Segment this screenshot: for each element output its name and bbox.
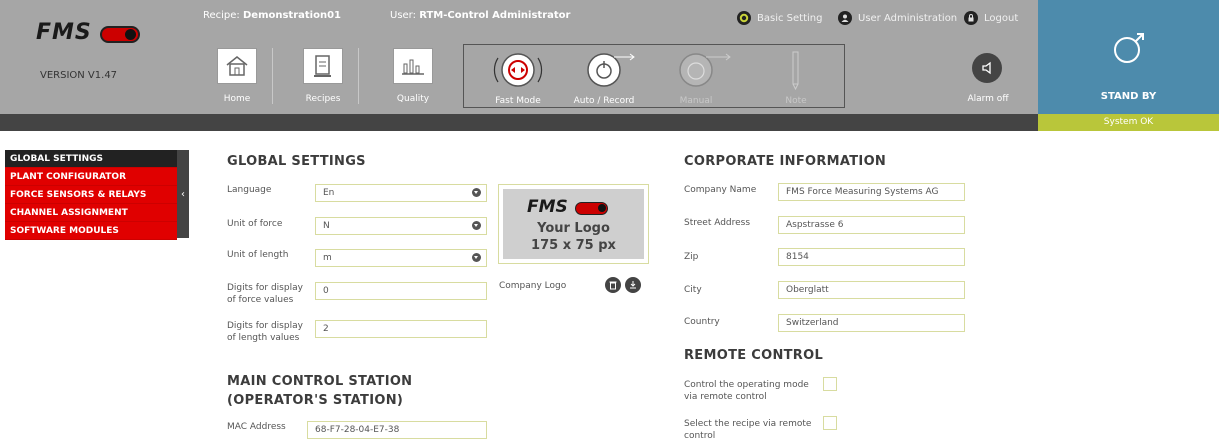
system-status-badge: System OK (1038, 114, 1219, 131)
remote-mode-checkbox[interactable] (823, 377, 837, 391)
sidebar-item-global-settings[interactable]: GLOBAL SETTINGS (5, 150, 177, 168)
sidebar-collapse-toggle[interactable]: ‹ (177, 150, 189, 238)
mac-address-field[interactable]: 68-F7-28-04-E7-38 (307, 421, 487, 439)
remote-mode-label: Control the operating mode via remote con… (684, 380, 809, 402)
dropdown-icon (472, 253, 481, 262)
quality-button[interactable]: Quality (380, 48, 446, 104)
lock-icon (964, 11, 978, 25)
hand-icon (679, 53, 731, 87)
recipe-document-icon (303, 48, 343, 84)
fast-mode-icon (493, 53, 543, 87)
alarm-off-label: Alarm off (967, 94, 1009, 104)
standby-label: STAND BY (1100, 91, 1157, 102)
unit-of-length-label: Unit of length (227, 250, 289, 260)
user-info: User: RTM-Control Administrator (390, 10, 571, 21)
street-address-label: Street Address (684, 218, 751, 228)
unit-of-length-select[interactable]: m (315, 249, 487, 267)
sidebar-item-software-modules[interactable]: SOFTWARE MODULES (5, 222, 177, 240)
fms-logo: FMS (36, 18, 148, 48)
note-button[interactable]: Note (756, 50, 836, 106)
digits-length-input[interactable]: 2 (315, 320, 487, 338)
recipe-info: Recipe: Demonstration01 (203, 10, 342, 21)
user-name: RTM-Control Administrator (419, 10, 571, 21)
manual-button[interactable]: Manual (656, 50, 736, 106)
main-control-station-title: MAIN CONTROL STATION (OPERATOR'S STATION… (227, 374, 413, 408)
digits-force-input[interactable]: 0 (315, 282, 487, 300)
sidebar: GLOBAL SETTINGS PLANT CONFIGURATOR FORCE… (5, 150, 189, 240)
company-logo-preview[interactable]: FMS Your Logo 175 x 75 px (498, 184, 649, 264)
recipes-button[interactable]: Recipes (290, 48, 356, 104)
home-icon (217, 48, 257, 84)
company-name-field[interactable]: FMS Force Measuring Systems AG (778, 183, 965, 201)
company-name-label: Company Name (684, 185, 757, 195)
power-icon (587, 53, 635, 87)
remote-recipe-checkbox[interactable] (823, 416, 837, 430)
version-label: VERSION V1.47 (40, 70, 118, 81)
country-field[interactable]: Switzerland (778, 314, 965, 332)
global-settings-title: GLOBAL SETTINGS (227, 154, 366, 169)
digits-length-label: Digits for display of length values (227, 321, 303, 343)
user-administration-link[interactable]: User Administration (838, 11, 957, 25)
sidebar-item-channel-assignment[interactable]: CHANNEL ASSIGNMENT (5, 204, 177, 222)
logout-link[interactable]: Logout (964, 11, 1018, 25)
brand-text: FMS (36, 20, 92, 45)
basic-setting-link[interactable]: Basic Setting (737, 11, 822, 25)
mac-address-label: MAC Address (227, 422, 286, 432)
delete-logo-icon[interactable] (605, 277, 621, 293)
bar-chart-icon (393, 48, 433, 84)
country-label: Country (684, 317, 720, 327)
unit-of-force-label: Unit of force (227, 219, 283, 229)
street-address-field[interactable]: Aspstrasse 6 (778, 216, 965, 234)
home-button[interactable]: Home (204, 48, 270, 104)
gear-icon (737, 11, 751, 25)
fast-mode-button[interactable]: Fast Mode (478, 50, 558, 106)
unit-of-force-select[interactable]: N (315, 217, 487, 235)
standby-icon (1114, 33, 1144, 63)
company-logo-label: Company Logo (499, 281, 567, 291)
header-divider-bar (0, 114, 1038, 131)
city-field[interactable]: Oberglatt (778, 281, 965, 299)
auto-record-button[interactable]: Auto / Record (564, 50, 644, 106)
pencil-icon (792, 51, 799, 91)
speaker-icon[interactable] (972, 53, 1002, 83)
language-label: Language (227, 185, 272, 195)
user-icon (838, 11, 852, 25)
dropdown-icon (472, 221, 481, 230)
zip-field[interactable]: 8154 (778, 248, 965, 266)
remote-control-title: REMOTE CONTROL (684, 348, 824, 363)
digits-force-label: Digits for display of force values (227, 283, 303, 305)
recipe-name: Demonstration01 (242, 10, 342, 21)
remote-recipe-label: Select the recipe via remote control (684, 419, 812, 441)
sidebar-item-plant-configurator[interactable]: PLANT CONFIGURATOR (5, 168, 177, 186)
sidebar-item-force-sensors[interactable]: FORCE SENSORS & RELAYS (5, 186, 177, 204)
corporate-information-title: CORPORATE INFORMATION (684, 154, 887, 169)
city-label: City (684, 285, 702, 295)
upload-logo-icon[interactable] (625, 277, 641, 293)
dropdown-icon (472, 188, 481, 197)
zip-label: Zip (684, 252, 699, 262)
language-select[interactable]: En (315, 184, 487, 202)
